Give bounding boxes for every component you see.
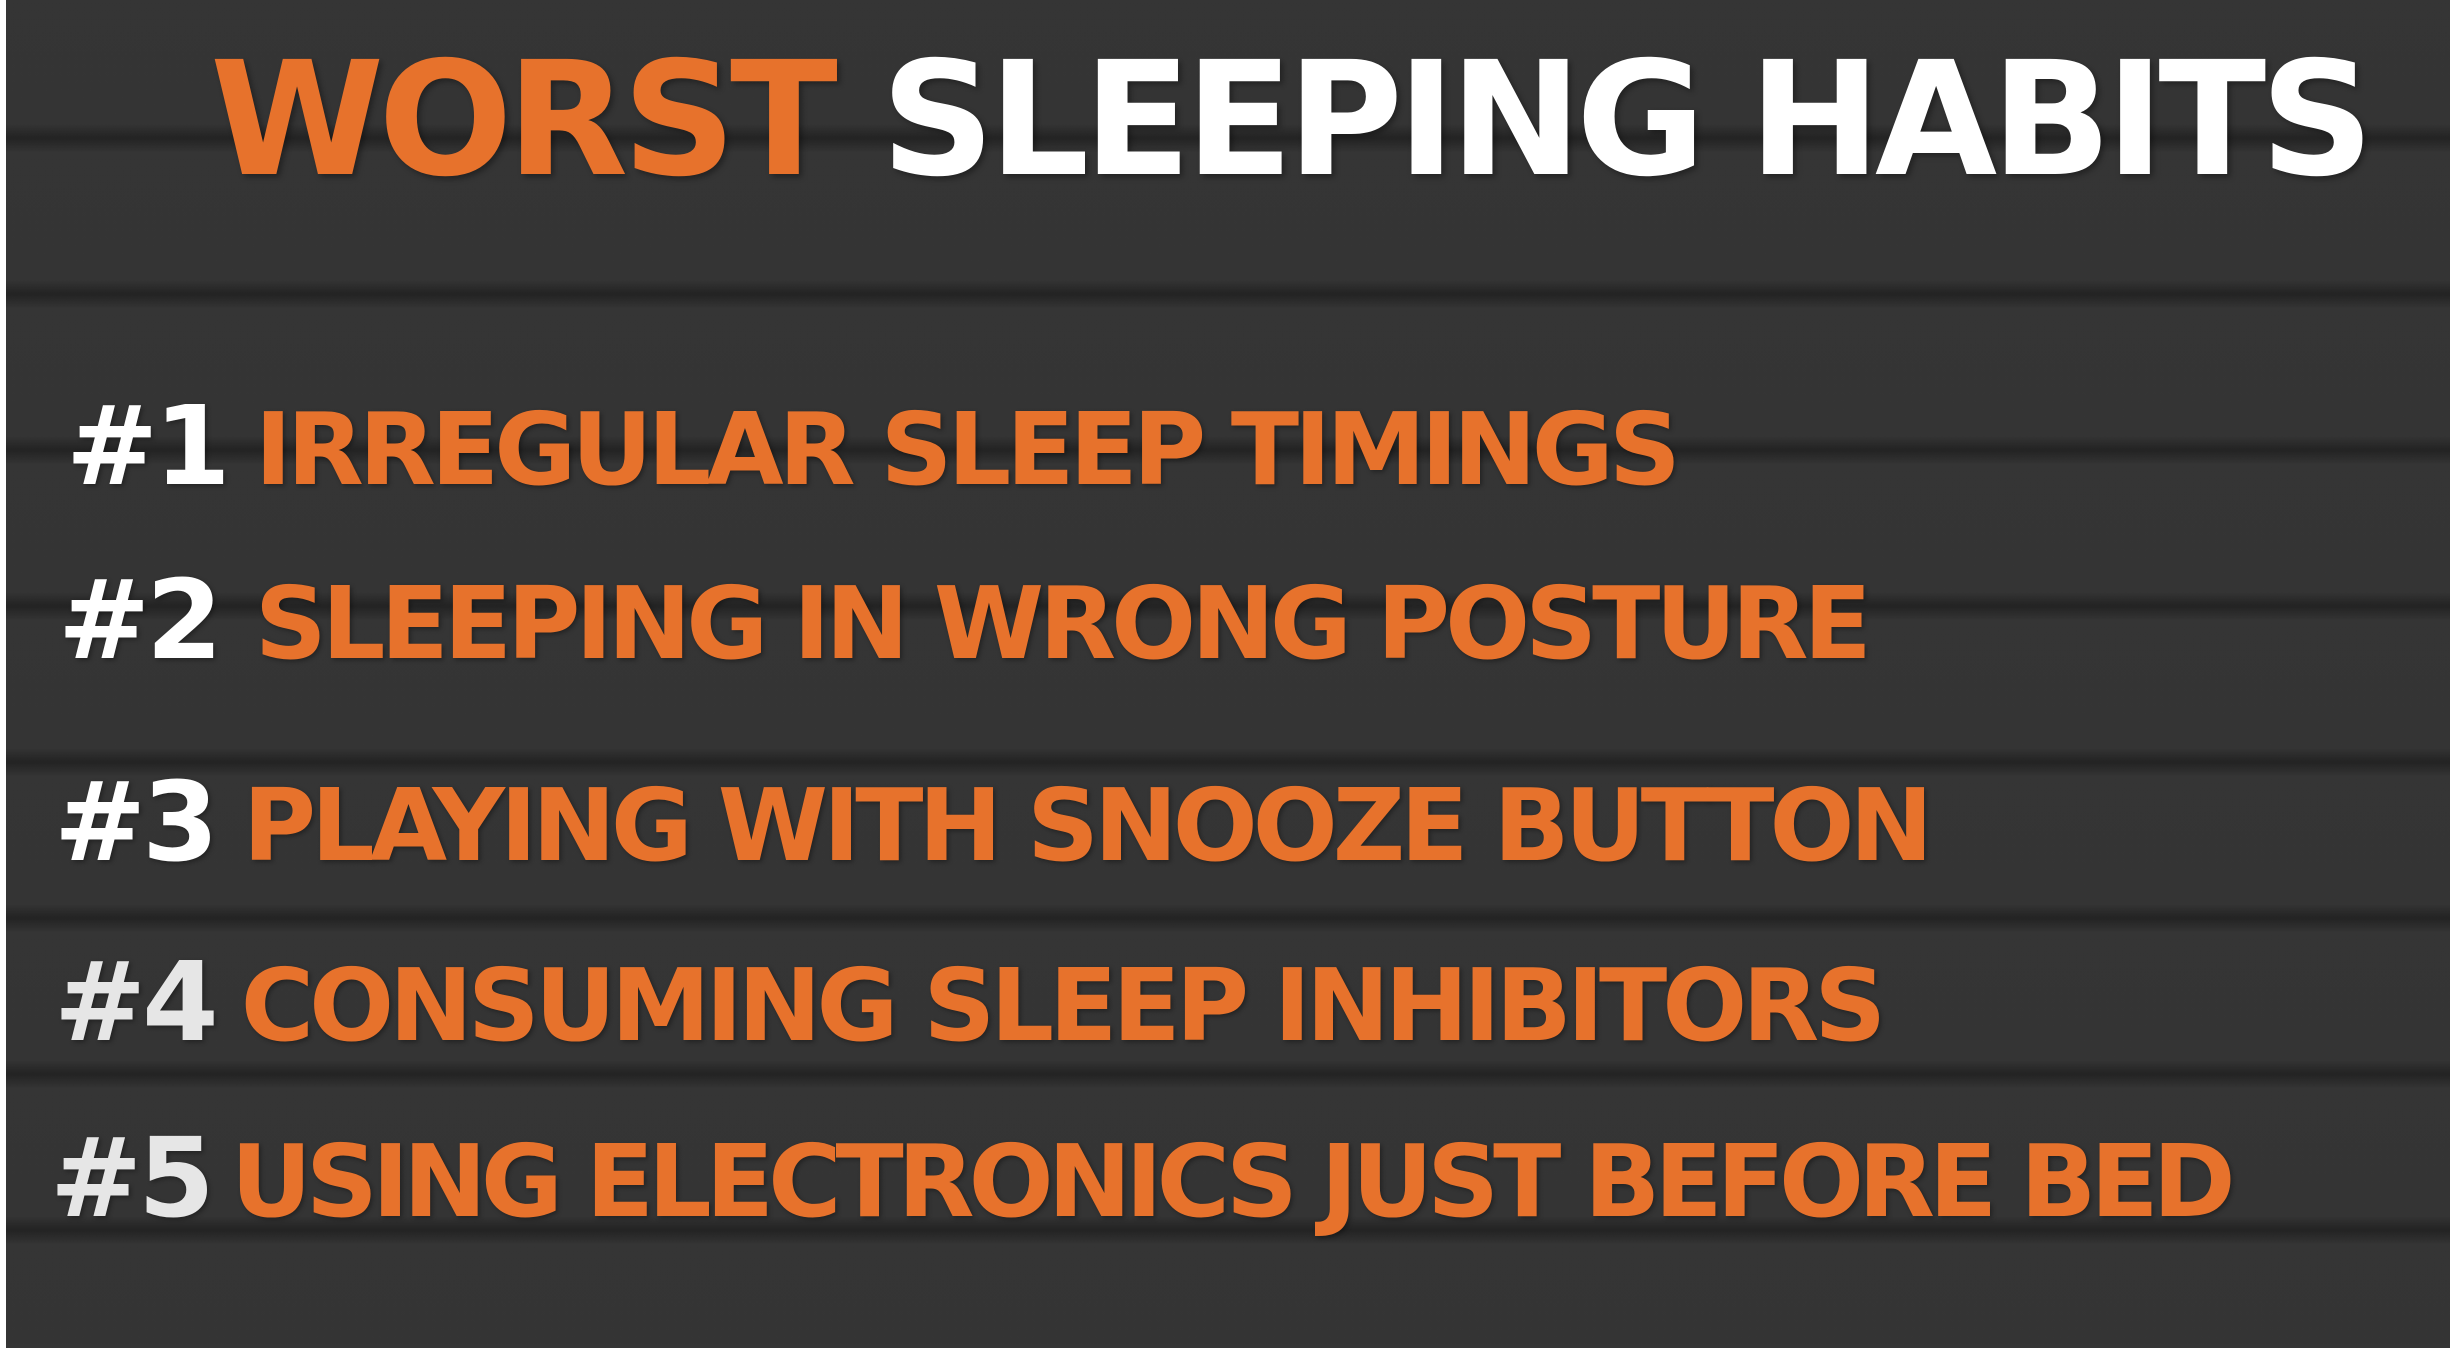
habit-number: #1 [66,382,231,510]
habit-item-4: #4 CONSUMING SLEEP INHIBITORS [54,932,1886,1072]
habit-text: IRREGULAR SLEEP TIMINGS [254,391,1681,508]
habit-item-5: #5 USING ELECTRONICS JUST BEFORE BED [50,1108,2236,1248]
habit-number: #5 [50,1114,215,1242]
habit-item-2: #2 SLEEPING IN WRONG POSTURE [58,550,1872,690]
habit-number: #4 [54,938,219,1066]
habit-text: CONSUMING SLEEP INHIBITORS [240,947,1887,1064]
habit-text: PLAYING WITH SNOOZE BUTTON [242,767,1933,884]
habit-number: #2 [58,556,223,684]
habit-item-3: #3 PLAYING WITH SNOOZE BUTTON [54,752,1933,892]
title-accent-word: WORST [210,28,838,212]
title-rest-words: SLEEPING HABITS [880,28,2374,212]
habit-item-1: #1 IRREGULAR SLEEP TIMINGS [66,376,1681,516]
habit-text: SLEEPING IN WRONG POSTURE [254,565,1872,682]
slide: WORST SLEEPING HABITS #1 IRREGULAR SLEEP … [6,0,2450,1348]
habit-text: USING ELECTRONICS JUST BEFORE BED [230,1123,2236,1240]
slide-title: WORST SLEEPING HABITS [210,20,2410,220]
habit-number: #3 [54,758,219,886]
